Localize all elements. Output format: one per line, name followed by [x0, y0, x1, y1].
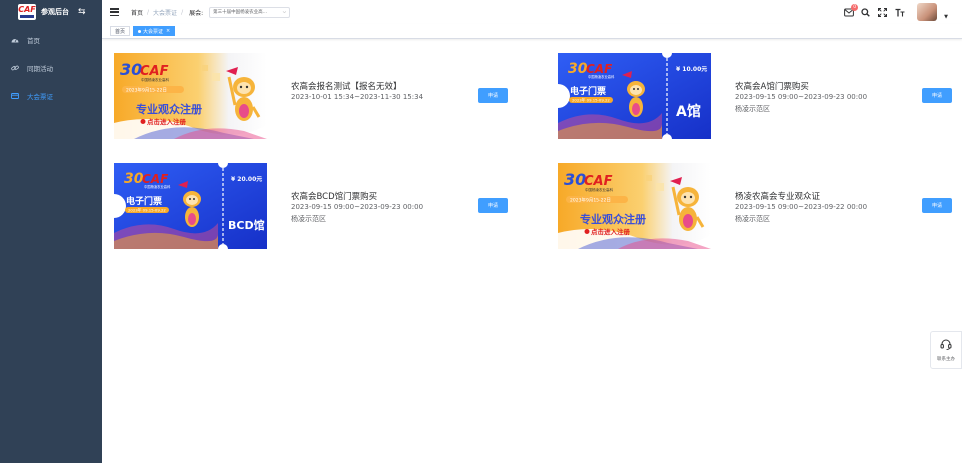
ticket-name: 农高会BCD馆门票购买 [291, 192, 378, 202]
thumb-logo-sub: 中国杨凌农业高科 [588, 74, 615, 79]
sidebar-item-label: 同期活动 [27, 65, 53, 73]
exhibition-label: 展会: [189, 9, 204, 17]
thumb-headline: 电子门票 [126, 195, 162, 207]
ticket-time: 2023-09-15 09:00~2023-09-23 00:00 [291, 203, 424, 211]
thumb-logo-sub: 中国杨凌农业高科 [144, 184, 171, 189]
sidebar: CAF 参观后台 ⇆ 首页 同期活动 大会票证 [0, 0, 102, 463]
thumb-logo: CAF [142, 172, 169, 186]
dashboard-icon [11, 36, 19, 44]
tag-label: 首页 [115, 28, 126, 35]
headset-icon [940, 338, 952, 352]
ticket-thumbnail[interactable]: 30 CAF 中国杨凌农业高科 电子门票 2023年 09.15-09.22 ¥… [114, 163, 267, 249]
caf-logo: CAF [18, 4, 36, 20]
sidebar-item-events[interactable]: 同期活动 [0, 54, 102, 82]
thumb-hall: BCD馆 [228, 218, 265, 232]
mail-icon[interactable]: 0 [843, 3, 859, 18]
ticket-location: 杨凌示范区 [291, 215, 326, 223]
ticket-name: 农高会A馆门票购买 [735, 82, 809, 92]
hamburger-icon[interactable] [110, 8, 119, 16]
breadcrumb-home[interactable]: 首页 [131, 8, 143, 17]
svg-text:30: 30 [120, 60, 142, 79]
ticket-thumbnail[interactable]: 30 CAF 中国杨凌农业高科 2023年9月15-22日 专业观众注册 点击进… [558, 163, 711, 249]
tags-view: 首页 大会票证 × [102, 24, 962, 39]
thumb-price: ¥ 20.00元 [231, 176, 262, 183]
thumb-date: 2023年 09.15-09.22 [128, 208, 166, 213]
thumb-date: 2023年9月15-22日 [126, 87, 167, 94]
thumb-date: 2023年9月15-22日 [570, 197, 611, 204]
breadcrumb-separator: / [147, 8, 150, 16]
ticket-name: 农高会报名测试【报名无效】 [291, 82, 402, 92]
ticket-card: 30 CAF 中国杨凌农业高科 2023年9月15-22日 专业观众注册 点击进… [102, 53, 508, 139]
thumb-cta: 点击进入注册 [591, 227, 631, 236]
ticket-time: 2023-09-15 09:00~2023-09-22 00:00 [735, 203, 868, 211]
link-icon [11, 64, 19, 72]
mail-badge: 0 [851, 3, 859, 11]
avatar[interactable] [917, 3, 938, 21]
exhibition-select-value: 第三十届中国杨凌农业高… [213, 10, 268, 15]
switch-icon[interactable]: ⇆ [78, 7, 86, 17]
caret-down-icon[interactable]: ▼ [944, 14, 948, 20]
sidebar-item-label: 首页 [27, 37, 40, 45]
apply-button[interactable]: 申请 [922, 198, 952, 213]
contact-organizer-label: 联系主办 [937, 357, 955, 362]
navbar-right-menu: 0 ▼ [843, 3, 948, 21]
logo-text: CAF [18, 5, 36, 14]
svg-text:30: 30 [124, 171, 144, 187]
apply-button[interactable]: 申请 [478, 198, 508, 213]
thumb-cta: 点击进入注册 [147, 117, 187, 126]
thumb-date: 2023年 09.15-09.22 [572, 98, 610, 103]
fullscreen-icon[interactable] [877, 7, 888, 18]
ticket-location: 杨凌示范区 [735, 215, 770, 223]
top-navbar: 首页 / 大会票证 / 展会: 第三十届中国杨凌农业高… ⌵ 0 ▼ [102, 0, 962, 24]
ticket-time: 2023-09-15 09:00~2023-09-23 00:00 [735, 93, 868, 101]
ticket-card: 30 CAF 中国杨凌农业高科 电子门票 2023年 09.15-09.22 ¥… [102, 163, 508, 249]
thumb-logo-sub: 中国杨凌农业高科 [585, 187, 613, 192]
ticket-card: 30 CAF 中国杨凌农业高科 2023年9月15-22日 专业观众注册 点击进… [546, 163, 952, 249]
sidebar-item-tickets[interactable]: 大会票证 [0, 82, 102, 110]
ticket-card: 30 CAF 中国杨凌农业高科 电子门票 2023年 09.15-09.22 ¥… [546, 53, 952, 139]
close-icon[interactable]: × [166, 28, 170, 34]
svg-text:30: 30 [564, 170, 586, 189]
ticket-name: 杨凌农高会专业观众证 [735, 192, 821, 202]
thumb-hall: A馆 [676, 103, 701, 120]
sidebar-item-label: 大会票证 [27, 93, 53, 101]
thumb-logo: CAF [586, 62, 613, 76]
thumb-headline: 专业观众注册 [136, 102, 202, 116]
thumb-logo: CAF [140, 64, 169, 79]
ticket-time: 2023-10-01 15:34~2023-11-30 15:34 [291, 93, 424, 101]
ticket-thumbnail[interactable]: 30 CAF 中国杨凌农业高科 2023年9月15-22日 专业观众注册 点击进… [114, 53, 267, 139]
tag-label: 大会票证 [143, 28, 164, 35]
apply-button[interactable]: 申请 [922, 88, 952, 103]
ticket-location: 杨凌示范区 [735, 105, 770, 113]
svg-text:30: 30 [568, 61, 588, 77]
sidebar-title: 参观后台 [41, 8, 69, 16]
thumb-logo: CAF [584, 174, 613, 189]
breadcrumb-current: 大会票证 [153, 9, 178, 17]
ticket-thumbnail[interactable]: 30 CAF 中国杨凌农业高科 电子门票 2023年 09.15-09.22 ¥… [558, 53, 711, 139]
breadcrumb-separator: / [181, 8, 184, 16]
contact-organizer-button[interactable]: 联系主办 [930, 331, 962, 369]
apply-button[interactable]: 申请 [478, 88, 508, 103]
ticket-icon [11, 92, 19, 100]
thumb-headline: 电子门票 [570, 85, 606, 97]
thumb-price: ¥ 10.00元 [676, 66, 707, 73]
sidebar-item-home[interactable]: 首页 [0, 26, 102, 54]
tag-tickets[interactable]: 大会票证 × [133, 26, 176, 36]
font-size-icon[interactable] [894, 7, 905, 18]
chevron-down-icon: ⌵ [282, 10, 287, 15]
thumb-logo-sub: 中国杨凌农业高科 [141, 77, 169, 82]
sidebar-logo-row[interactable]: CAF 参观后台 ⇆ [0, 0, 102, 24]
breadcrumb: 首页 / 大会票证 / 展会: 第三十届中国杨凌农业高… ⌵ [131, 6, 291, 18]
tag-home[interactable]: 首页 [110, 26, 131, 36]
thumb-headline: 专业观众注册 [580, 212, 646, 226]
search-icon[interactable] [860, 7, 871, 18]
exhibition-select[interactable]: 第三十届中国杨凌农业高… ⌵ [209, 6, 291, 18]
